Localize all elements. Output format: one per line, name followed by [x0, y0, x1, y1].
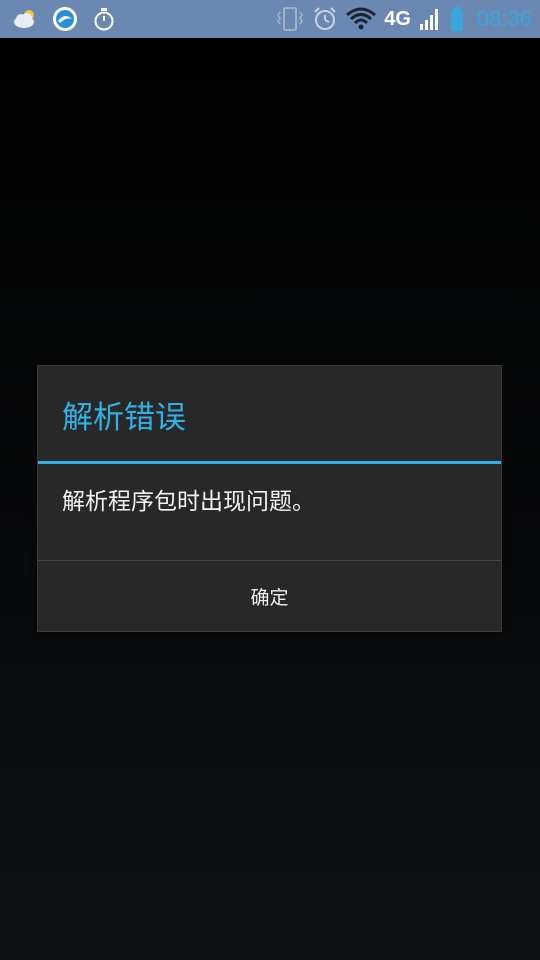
status-bar: 4G 08:36 [0, 0, 540, 38]
vibrate-icon [276, 6, 304, 32]
dialog-message: 解析程序包时出现问题。 [62, 489, 315, 515]
signal-icon [419, 7, 441, 31]
stopwatch-icon [92, 7, 116, 31]
network-type-label: 4G [384, 7, 411, 30]
notification-icons [12, 5, 116, 33]
battery-icon [449, 6, 465, 32]
alarm-icon [312, 6, 338, 32]
clock: 08:36 [476, 6, 532, 31]
weather-cloud-icon [12, 9, 38, 29]
title-divider [38, 461, 501, 464]
parse-error-dialog: 解析错误 解析程序包时出现问题。 确定 [37, 365, 502, 632]
screen: 4G 08:36 解析错误 解析程序包时出现问题。 确定 [0, 0, 540, 960]
ok-button[interactable]: 确定 [38, 561, 501, 632]
wifi-icon [346, 7, 377, 31]
browser-icon [52, 6, 78, 32]
system-status-icons: 4G 08:36 [276, 4, 532, 34]
dialog-title: 解析错误 [62, 400, 186, 436]
